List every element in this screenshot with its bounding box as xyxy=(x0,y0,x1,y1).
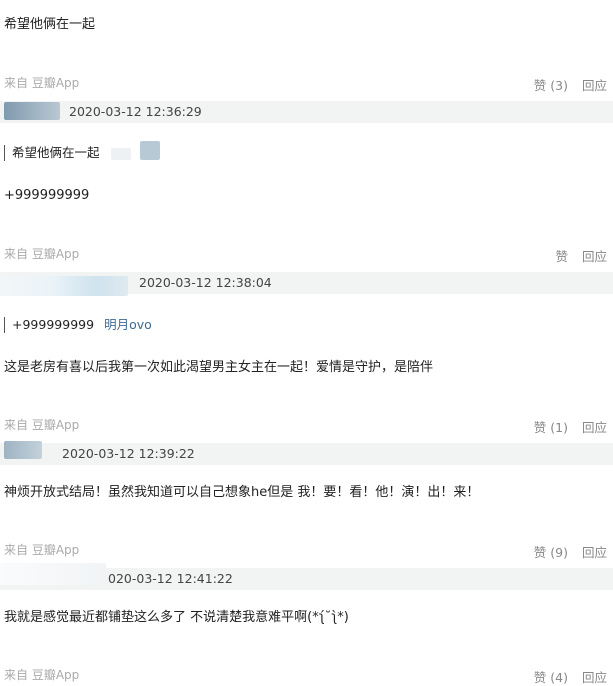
quoted-comment: 希望他俩在一起 xyxy=(4,145,100,161)
avatar xyxy=(111,148,131,160)
like-button[interactable]: 赞 (4) xyxy=(534,670,568,685)
quote-text: +999999999 xyxy=(12,317,95,332)
comment-source: 来自 豆瓣App xyxy=(4,247,80,261)
comment-timestamp: 2020-03-12 12:39:22 xyxy=(62,446,195,461)
avatar[interactable] xyxy=(4,102,60,120)
comment-text: +999999999 xyxy=(4,188,90,203)
reply-button[interactable]: 回应 xyxy=(582,545,607,560)
comment-actions: 赞 (9) 回应 xyxy=(520,542,607,561)
reply-button[interactable]: 回应 xyxy=(582,420,607,435)
like-button[interactable]: 赞 (3) xyxy=(534,78,568,93)
avatar[interactable] xyxy=(4,441,42,459)
comment-timestamp: 2020-03-12 12:38:04 xyxy=(139,275,272,290)
comment-text: 这是老房有喜以后我第一次如此渴望男主女主在一起！爱情是守护，是陪伴 xyxy=(4,360,434,375)
reply-button[interactable]: 回应 xyxy=(582,670,607,685)
comment-source: 来自 豆瓣App xyxy=(4,418,80,432)
comment-timestamp: 020-03-12 12:41:22 xyxy=(108,571,233,586)
quote-author-link[interactable]: 明月ovo xyxy=(104,317,152,332)
quoted-comment: +999999999 明月ovo xyxy=(4,317,152,333)
comment-actions: 赞 (4) 回应 xyxy=(520,667,607,686)
comment-actions: 赞 (1) 回应 xyxy=(520,417,607,436)
comment-text: 希望他俩在一起 xyxy=(4,17,96,32)
avatar[interactable] xyxy=(0,563,106,585)
comment-text: 神烦开放式结局！虽然我知道可以自己想象he但是 我！要！看！他！演！出！来！ xyxy=(4,485,480,500)
reply-button[interactable]: 回应 xyxy=(582,78,607,93)
comment-text: 我就是感觉最近都铺垫这么多了 不说清楚我意难平啊(*ʅ́˘ʅ̀*) xyxy=(4,610,349,625)
avatar[interactable] xyxy=(0,276,128,296)
comment-source: 来自 豆瓣App xyxy=(4,76,80,90)
comment-timestamp: 2020-03-12 12:36:29 xyxy=(69,104,202,119)
comment-actions: 赞 (3) 回应 xyxy=(520,75,607,94)
like-button[interactable]: 赞 xyxy=(555,249,568,264)
like-button[interactable]: 赞 (9) xyxy=(534,545,568,560)
comment-source: 来自 豆瓣App xyxy=(4,543,80,557)
comment-actions: 赞回应 xyxy=(541,246,607,265)
reply-button[interactable]: 回应 xyxy=(582,249,607,264)
quote-text: 希望他俩在一起 xyxy=(12,145,100,160)
comment-source: 来自 豆瓣App xyxy=(4,668,80,682)
avatar xyxy=(140,141,160,160)
like-button[interactable]: 赞 (1) xyxy=(534,420,568,435)
